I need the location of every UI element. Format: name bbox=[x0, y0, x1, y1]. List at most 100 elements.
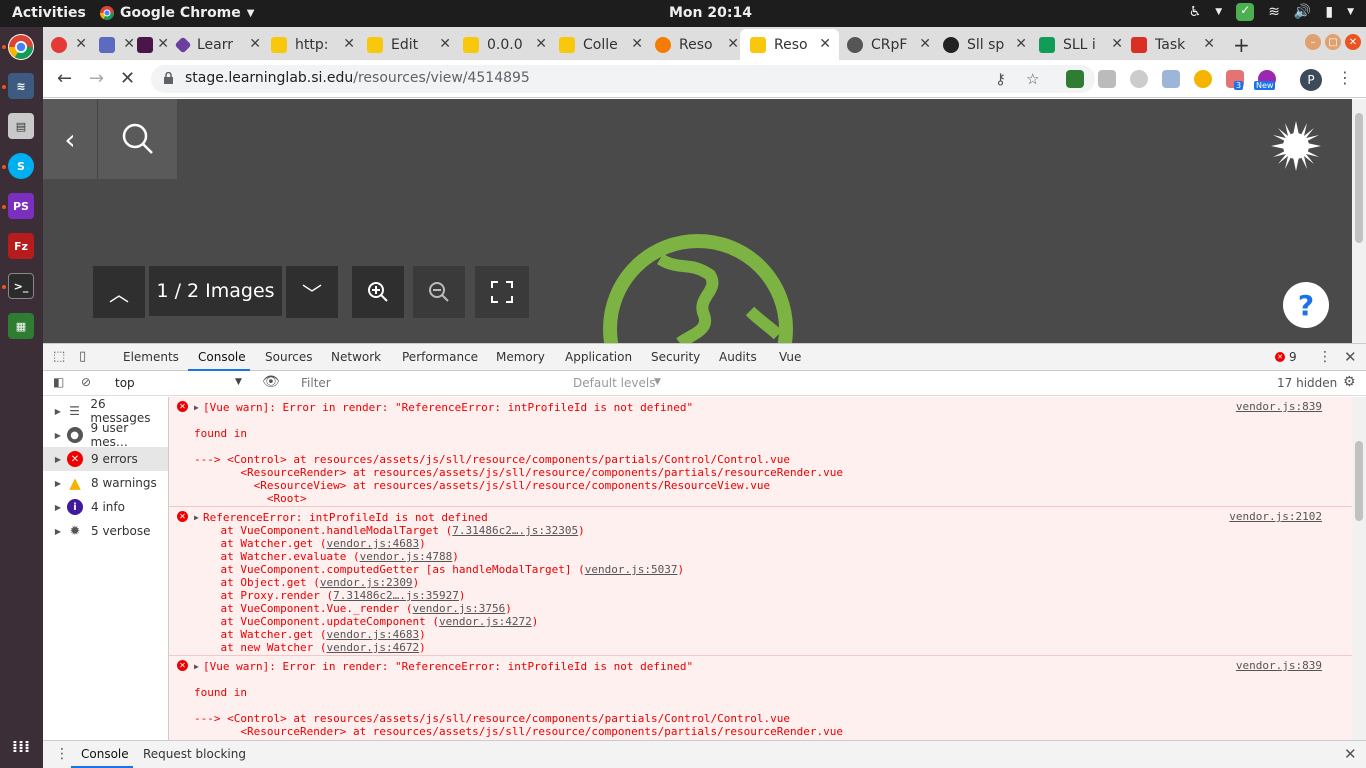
files-icon[interactable]: ▤ bbox=[8, 113, 34, 139]
drawer-tab-console[interactable]: Console bbox=[81, 747, 129, 761]
previous-image-button[interactable]: ︿ bbox=[93, 266, 145, 318]
skype-icon[interactable]: S bbox=[8, 153, 34, 179]
close-icon[interactable]: ✕ bbox=[1015, 36, 1027, 52]
expand-arrow-icon[interactable]: ▶ bbox=[51, 527, 65, 536]
stack-link[interactable]: vendor.js:2309 bbox=[320, 576, 413, 589]
tab-4[interactable]: http: ✕ bbox=[271, 29, 363, 60]
tab-console[interactable]: Console bbox=[198, 350, 246, 364]
clear-console-icon[interactable]: ⊘ bbox=[81, 375, 91, 389]
profile-avatar[interactable]: P bbox=[1300, 69, 1322, 91]
tab-performance[interactable]: Performance bbox=[402, 350, 478, 364]
tab-0[interactable]: ✕ bbox=[51, 29, 95, 60]
lock-icon[interactable] bbox=[163, 72, 174, 84]
chrome-icon[interactable] bbox=[8, 34, 34, 60]
expand-arrow-icon[interactable]: ▶ bbox=[51, 455, 65, 464]
close-icon[interactable]: ✕ bbox=[439, 36, 451, 52]
tab-network[interactable]: Network bbox=[331, 350, 381, 364]
close-icon[interactable]: ✕ bbox=[1203, 36, 1215, 52]
expand-arrow-icon[interactable]: ▶ bbox=[51, 407, 65, 416]
zoom-out-button[interactable] bbox=[413, 266, 465, 318]
smithsonian-logo-icon[interactable] bbox=[1271, 121, 1321, 171]
tab-3[interactable]: Learr ✕ bbox=[174, 29, 269, 60]
console-message[interactable]: ✕ ▶ [Vue warn]: Error in render: "Refere… bbox=[169, 397, 1352, 507]
scrollbar-thumb[interactable] bbox=[1355, 113, 1363, 243]
color-picker-icon[interactable] bbox=[1194, 70, 1212, 88]
chevron-down-icon[interactable]: ▼ bbox=[1347, 7, 1354, 17]
scrollbar-thumb[interactable] bbox=[1355, 441, 1363, 521]
address-bar[interactable]: stage.learninglab.si.edu/resources/view/… bbox=[151, 65, 1095, 93]
tab-11[interactable]: Sll sp ✕ bbox=[943, 29, 1035, 60]
context-selector[interactable]: top bbox=[115, 376, 135, 390]
stack-link[interactable]: vendor.js:5037 bbox=[585, 563, 678, 576]
stack-link[interactable]: vendor.js:4272 bbox=[439, 615, 532, 628]
source-link[interactable]: vendor.js:839 bbox=[1236, 659, 1322, 672]
phpstorm-icon[interactable]: PS bbox=[8, 193, 34, 219]
vue-devtools-icon[interactable] bbox=[1066, 70, 1084, 88]
close-icon[interactable]: ✕ bbox=[123, 36, 135, 52]
new-tab-button[interactable]: + bbox=[1233, 29, 1255, 60]
tab-6[interactable]: 0.0.0 ✕ bbox=[463, 29, 555, 60]
camera-icon[interactable] bbox=[1098, 70, 1116, 88]
tab-audits[interactable]: Audits bbox=[719, 350, 757, 364]
console-scrollbar[interactable] bbox=[1352, 397, 1366, 740]
sidebar-toggle-icon[interactable]: ◧ bbox=[53, 375, 64, 389]
battery-icon[interactable]: ▮ bbox=[1325, 4, 1333, 20]
console-message[interactable]: ✕ ▶ [Vue warn]: Error in render: "Refere… bbox=[169, 656, 1352, 740]
accessibility-icon[interactable]: ♿ bbox=[1189, 4, 1202, 20]
tab-5[interactable]: Edit ✕ bbox=[367, 29, 459, 60]
wifi-icon[interactable]: ≋ bbox=[1268, 4, 1280, 20]
search-button[interactable] bbox=[97, 99, 177, 179]
sidebar-item-verbose[interactable]: ▶ ✹ 5 verbose bbox=[43, 519, 168, 543]
more-options-icon[interactable]: ⋮ bbox=[55, 746, 69, 762]
sidebar-item-warnings[interactable]: ▶ ▲ 8 warnings bbox=[43, 471, 168, 495]
tab-memory[interactable]: Memory bbox=[496, 350, 545, 364]
tab-vue[interactable]: Vue bbox=[779, 350, 801, 364]
stack-link[interactable]: vendor.js:4788 bbox=[360, 550, 453, 563]
volume-icon[interactable]: 🔊 bbox=[1294, 4, 1311, 20]
page-scrollbar[interactable] bbox=[1352, 99, 1366, 343]
tab-10[interactable]: CRpF ✕ bbox=[847, 29, 939, 60]
stack-link[interactable]: vendor.js:3756 bbox=[413, 602, 506, 615]
system-tray[interactable]: ♿ ▼ ✓ ≋ 🔊 ▮ ▼ bbox=[1189, 3, 1354, 21]
next-image-button[interactable]: ﹀ bbox=[286, 266, 338, 318]
tab-security[interactable]: Security bbox=[651, 350, 700, 364]
expand-arrow-icon[interactable]: ▶ bbox=[51, 503, 65, 512]
tab-elements[interactable]: Elements bbox=[123, 350, 179, 364]
expand-arrow-icon[interactable]: ▶ bbox=[194, 401, 199, 414]
tab-9-active[interactable]: Reso ✕ bbox=[740, 29, 839, 60]
tab-12[interactable]: SLL i ✕ bbox=[1039, 29, 1131, 60]
stack-link[interactable]: vendor.js:4683 bbox=[326, 628, 419, 641]
window-resizer-icon[interactable] bbox=[1162, 70, 1180, 88]
close-drawer-icon[interactable]: ✕ bbox=[1344, 745, 1357, 763]
close-icon[interactable]: ✕ bbox=[631, 36, 643, 52]
stack-link[interactable]: vendor.js:4672 bbox=[326, 641, 419, 654]
stack-link[interactable]: 7.31486c2….js:32305 bbox=[452, 524, 578, 537]
source-link[interactable]: vendor.js:2102 bbox=[1229, 510, 1322, 523]
sidebar-item-user-messages[interactable]: ▶ ● 9 user mes… bbox=[43, 421, 168, 449]
expand-arrow-icon[interactable]: ▶ bbox=[51, 479, 65, 488]
inspect-element-icon[interactable]: ⬚ bbox=[53, 349, 65, 364]
fullscreen-button[interactable] bbox=[475, 266, 529, 318]
close-icon[interactable]: ✕ bbox=[727, 36, 739, 52]
log-levels-dropdown[interactable]: Default levels bbox=[573, 376, 655, 390]
close-icon[interactable]: ✕ bbox=[343, 36, 355, 52]
close-icon[interactable]: ✕ bbox=[535, 36, 547, 52]
error-count[interactable]: 9 bbox=[1289, 350, 1297, 364]
star-icon[interactable]: ☆ bbox=[1026, 70, 1039, 88]
expand-arrow-icon[interactable]: ▶ bbox=[51, 431, 65, 440]
menu-icon[interactable]: ⋮ bbox=[1337, 68, 1353, 87]
tab-8[interactable]: Reso ✕ bbox=[655, 29, 747, 60]
sidebar-item-messages[interactable]: ▶ ☰ 26 messages bbox=[43, 397, 168, 425]
update-icon[interactable]: ✓ bbox=[1236, 3, 1255, 21]
forward-arrow-icon[interactable]: → bbox=[89, 68, 104, 89]
close-icon[interactable]: ✕ bbox=[75, 36, 87, 52]
filter-input[interactable] bbox=[293, 373, 565, 393]
tab-13[interactable]: Task ✕ bbox=[1131, 29, 1223, 60]
app-menu[interactable]: Google Chrome ▼ bbox=[100, 5, 254, 21]
drawer-tab-request-blocking[interactable]: Request blocking bbox=[143, 747, 246, 761]
expand-arrow-icon[interactable]: ▶ bbox=[194, 660, 199, 673]
spreadsheet-icon[interactable]: ▦ bbox=[8, 313, 34, 339]
eye-icon[interactable]: 👁 bbox=[262, 374, 280, 390]
terminal-icon[interactable]: >_ bbox=[8, 273, 34, 299]
tab-sources[interactable]: Sources bbox=[265, 350, 312, 364]
